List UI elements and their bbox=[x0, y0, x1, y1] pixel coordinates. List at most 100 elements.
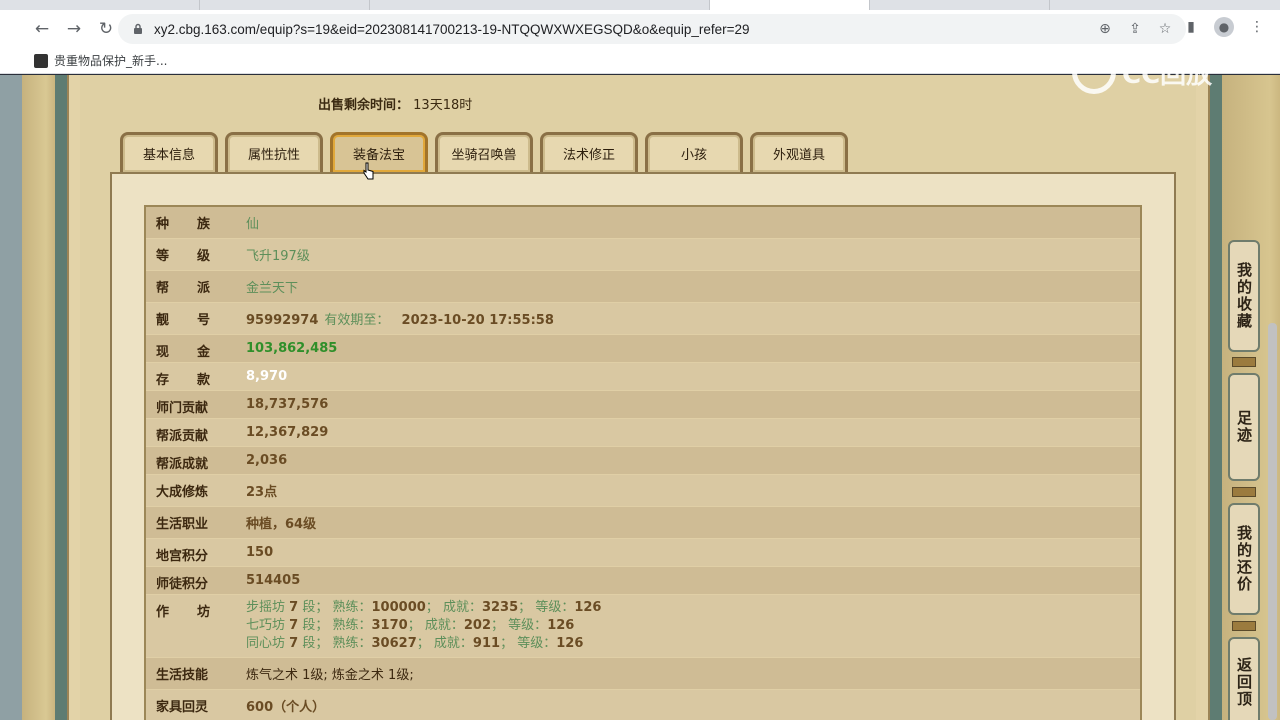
table-row: 帮派 金兰天下 bbox=[146, 271, 1140, 303]
bookmark-item[interactable]: 贵重物品保护_新手... bbox=[34, 52, 167, 69]
tab-basic-info[interactable]: 基本信息 bbox=[120, 132, 218, 172]
table-row: 存款 8,970 bbox=[146, 363, 1140, 391]
browser-toolbar: ← → ↻ xy2.cbg.163.com/equip?s=19&eid=202… bbox=[0, 10, 1280, 48]
row-value: 18,737,576 bbox=[246, 397, 329, 412]
mouse-cursor-icon bbox=[363, 162, 374, 180]
watermark: CC回放 bbox=[1072, 50, 1242, 94]
row-value: 金兰天下 bbox=[246, 281, 299, 296]
row-value: 12,367,829 bbox=[246, 425, 329, 440]
reload-icon[interactable]: ↻ bbox=[92, 15, 120, 43]
workshop-line: 同心坊 7 段； 熟练：30627； 成就：911； 等级：126 bbox=[246, 636, 584, 651]
tab-spell-correction[interactable]: 法术修正 bbox=[540, 132, 638, 172]
zoom-icon[interactable]: ⊕ bbox=[1094, 18, 1116, 40]
basic-info-table: 种族 仙 等级 飞升197级 帮派 金兰天下 靓号 95992974 有效期至： … bbox=[144, 205, 1142, 720]
workshop-name: 同心坊 bbox=[246, 636, 286, 651]
workshop-achieve-label: 成就： bbox=[442, 600, 482, 615]
address-bar[interactable]: xy2.cbg.163.com/equip?s=19&eid=202308141… bbox=[118, 14, 1186, 44]
workshop-name: 步摇坊 bbox=[246, 600, 286, 615]
workshop-achieve: 202 bbox=[463, 618, 492, 633]
row-value: 514405 bbox=[246, 573, 301, 588]
table-row: 帮派贡献 12,367,829 bbox=[146, 419, 1140, 447]
footprint-label: 足迹 bbox=[1235, 410, 1253, 444]
row-value: 103,862,485 bbox=[246, 341, 338, 356]
row-value: 95992974 bbox=[246, 313, 319, 328]
row-key: 种族 bbox=[156, 217, 239, 232]
table-row: 现金 103,862,485 bbox=[146, 335, 1140, 363]
table-row: 种族 仙 bbox=[146, 207, 1140, 239]
table-row: 大成修炼 23点 bbox=[146, 475, 1140, 507]
workshop-duan: 段； bbox=[302, 636, 329, 651]
valid-until-label: 有效期至： bbox=[324, 313, 390, 328]
browser-tab[interactable] bbox=[370, 0, 710, 10]
row-value: 炼气之术 1级; 炼金之术 1级; bbox=[246, 668, 414, 683]
workshop-duan: 段； bbox=[302, 600, 329, 615]
workshop-grade: 7 bbox=[289, 618, 299, 633]
table-row: 等级 飞升197级 bbox=[146, 239, 1140, 271]
row-key: 生活技能 bbox=[156, 668, 209, 683]
table-row: 帮派成就 2,036 bbox=[146, 447, 1140, 475]
workshop-achieve-label: 成就： bbox=[433, 636, 473, 651]
my-bargain-button[interactable]: 我的还价 bbox=[1228, 503, 1260, 615]
browser-tab[interactable] bbox=[0, 0, 200, 10]
sidebar-divider bbox=[1232, 357, 1256, 367]
browser-tab[interactable] bbox=[200, 0, 370, 10]
favorites-label: 我的收藏 bbox=[1235, 262, 1253, 330]
table-row: 师徒积分 514405 bbox=[146, 567, 1140, 595]
url-text: xy2.cbg.163.com/equip?s=19&eid=202308141… bbox=[154, 21, 750, 37]
row-key: 生活职业 bbox=[156, 517, 209, 532]
share-icon[interactable]: ⇪ bbox=[1124, 18, 1146, 40]
table-row: 生活技能 炼气之术 1级; 炼金之术 1级; bbox=[146, 658, 1140, 690]
table-row: 地宫积分 150 bbox=[146, 539, 1140, 567]
workshop-level-label: 等级： bbox=[517, 636, 557, 651]
row-key: 存款 bbox=[156, 373, 239, 388]
workshop-skill: 30627 bbox=[371, 636, 417, 651]
footprint-button[interactable]: 足迹 bbox=[1228, 373, 1260, 481]
row-key: 地宫积分 bbox=[156, 549, 209, 564]
tab-strip bbox=[0, 0, 1280, 10]
workshop-grade: 7 bbox=[289, 600, 299, 615]
workshop-skill: 3170 bbox=[371, 618, 408, 633]
sidebar-divider bbox=[1232, 621, 1256, 631]
row-key: 师门贡献 bbox=[156, 401, 209, 416]
table-row: 师门贡献 18,737,576 bbox=[146, 391, 1140, 419]
tab-children[interactable]: 小孩 bbox=[645, 132, 743, 172]
table-row: 靓号 95992974 有效期至： 2023-10-20 17:55:58 bbox=[146, 303, 1140, 335]
watermark-logo-icon bbox=[1072, 50, 1116, 94]
browser-tab[interactable] bbox=[870, 0, 1050, 10]
workshop-level-label: 等级： bbox=[535, 600, 575, 615]
tab-attributes[interactable]: 属性抗性 bbox=[225, 132, 323, 172]
row-value: 150 bbox=[246, 545, 274, 560]
sale-time-value: 13天18时 bbox=[413, 98, 473, 113]
sidebar-divider bbox=[1232, 487, 1256, 497]
row-key: 家具回灵 bbox=[156, 700, 209, 715]
my-favorites-button[interactable]: 我的收藏 bbox=[1228, 240, 1260, 352]
row-value: 种植，64级 bbox=[246, 517, 317, 532]
page-content: 出售剩余时间： 13天18时 基本信息 属性抗性 装备法宝 坐骑召唤兽 法术修正… bbox=[0, 75, 1280, 720]
workshop-line: 步摇坊 7 段； 熟练：100000； 成就：3235； 等级：126 bbox=[246, 600, 602, 615]
workshop-skill-label: 熟练： bbox=[332, 618, 372, 633]
workshop-skill-label: 熟练： bbox=[332, 600, 372, 615]
sale-remaining-time: 出售剩余时间： 13天18时 bbox=[318, 94, 472, 113]
table-row: 作坊 步摇坊 7 段； 熟练：100000； 成就：3235； 等级：126 七… bbox=[146, 595, 1140, 658]
profile-avatar[interactable]: ● bbox=[1214, 17, 1234, 37]
back-top-label: 返回顶 bbox=[1235, 656, 1253, 708]
workshop-level: 126 bbox=[556, 636, 584, 651]
workshop-achieve: 911 bbox=[472, 636, 501, 651]
tab-equipment[interactable]: 装备法宝 bbox=[330, 132, 428, 172]
scrollbar-thumb[interactable] bbox=[1268, 323, 1277, 720]
forward-icon[interactable]: → bbox=[60, 15, 88, 43]
tab-mounts-pets[interactable]: 坐骑召唤兽 bbox=[435, 132, 533, 172]
row-key: 靓号 bbox=[156, 313, 239, 328]
menu-icon[interactable]: ⋮ bbox=[1244, 14, 1270, 40]
tab-appearance[interactable]: 外观道具 bbox=[750, 132, 848, 172]
side-panel-icon[interactable]: ▮ bbox=[1178, 14, 1204, 40]
workshop-skill: 100000 bbox=[371, 600, 426, 615]
star-icon[interactable]: ☆ bbox=[1154, 18, 1176, 40]
back-to-top-button[interactable]: 返回顶 bbox=[1228, 637, 1260, 720]
browser-tab-active[interactable] bbox=[710, 0, 870, 10]
back-icon[interactable]: ← bbox=[28, 15, 56, 43]
sale-time-label: 出售剩余时间： bbox=[318, 98, 410, 113]
workshop-level: 126 bbox=[547, 618, 575, 633]
bargain-label: 我的还价 bbox=[1235, 525, 1253, 593]
workshop-skill-label: 熟练： bbox=[332, 636, 372, 651]
